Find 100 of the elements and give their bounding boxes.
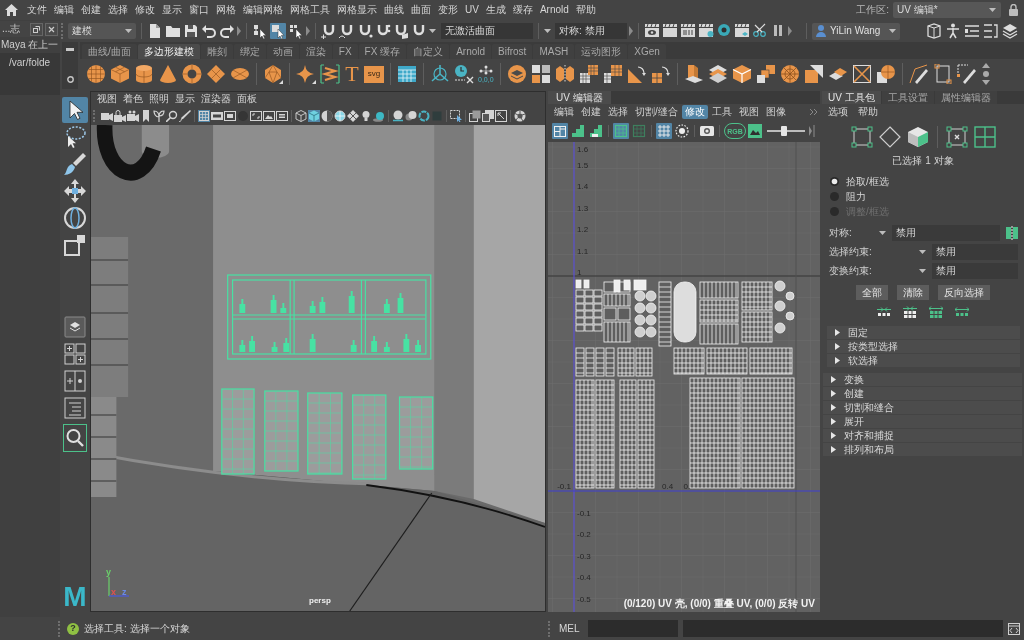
tripod-icon[interactable] — [430, 64, 450, 84]
magnet-plane-icon[interactable] — [393, 23, 409, 39]
live-surface-field[interactable]: 无激活曲面 — [441, 23, 533, 39]
double-sphere-icon[interactable] — [405, 109, 417, 122]
dot-cluster-icon[interactable] — [478, 65, 493, 75]
menu-item[interactable]: 网格显示 — [337, 5, 377, 15]
disclosure-triangle-icon[interactable] — [835, 357, 840, 364]
panel-tab[interactable]: 工具设置 — [881, 91, 934, 104]
corner-frame-icon[interactable] — [250, 109, 262, 122]
help-icon[interactable]: ? — [67, 622, 79, 635]
outward-arrows-dots-icon[interactable] — [955, 307, 969, 317]
symmetry-field[interactable]: 对称: 禁用 — [555, 23, 627, 39]
shelf-tab[interactable]: 绑定 — [233, 44, 266, 59]
hierarchy-select-icon[interactable] — [252, 23, 268, 39]
menu-item[interactable]: 曲面 — [411, 5, 431, 15]
magnet-point-icon[interactable] — [357, 23, 373, 39]
menu-item[interactable]: 帮助 — [575, 5, 596, 15]
menu-item[interactable]: 编辑 — [551, 105, 577, 119]
menu-item[interactable]: 修改 — [681, 105, 708, 119]
dotted-circle-icon[interactable] — [674, 123, 690, 139]
disclosure-triangle-icon[interactable] — [831, 376, 836, 383]
two-pane-icon[interactable] — [64, 370, 86, 392]
caret-icon[interactable] — [989, 8, 996, 12]
shelf-tab[interactable]: 自定义 — [407, 44, 450, 59]
mirror-icon[interactable] — [1006, 226, 1018, 240]
panel-tab[interactable]: UV 编辑器 — [548, 91, 611, 104]
magnet-curve-icon[interactable] — [339, 23, 355, 39]
disclosure-triangle-icon[interactable] — [835, 343, 840, 350]
box-lines-icon[interactable] — [926, 23, 942, 39]
menu-item[interactable]: 显示 — [162, 5, 182, 15]
menu-item[interactable]: 图像 — [762, 105, 789, 119]
wheel-icon[interactable] — [779, 64, 800, 84]
grid-corner-icon[interactable] — [578, 64, 599, 84]
clapperboard-gear-icon[interactable] — [698, 23, 714, 39]
layer-stack-icon[interactable] — [1002, 23, 1018, 39]
section-header[interactable]: 软选择 — [827, 354, 1020, 367]
folder-icon[interactable] — [165, 23, 181, 39]
menu-item[interactable]: 切割/缝合 — [632, 105, 681, 119]
split-square-icon[interactable] — [803, 64, 824, 84]
collapse-arrow-icon[interactable] — [237, 26, 241, 36]
menu-item[interactable]: 变形 — [438, 5, 458, 15]
pencil-icon[interactable] — [179, 109, 191, 122]
section-header[interactable]: 变换 — [823, 373, 1022, 386]
scissors-icon[interactable] — [752, 23, 768, 39]
polyhedron-icon[interactable] — [263, 64, 283, 84]
caret-icon[interactable] — [125, 29, 132, 33]
four-pane-grid-icon[interactable] — [973, 126, 996, 148]
torus-icon[interactable] — [182, 64, 202, 84]
radio-button[interactable] — [830, 192, 839, 201]
menu-item[interactable]: Arnold — [539, 5, 569, 15]
shadowed-sphere-icon[interactable] — [373, 109, 385, 122]
symmetry-dropdown[interactable]: 禁用 — [892, 225, 1000, 241]
shelf-tab[interactable]: 多边形建模 — [137, 44, 200, 59]
frame-panes-icon[interactable] — [552, 123, 568, 139]
table-icon[interactable] — [397, 64, 417, 84]
menu-item[interactable]: 创建 — [578, 105, 604, 119]
radio-button[interactable] — [830, 177, 839, 186]
disclosure-triangle-icon[interactable] — [835, 329, 840, 336]
caret-icon[interactable] — [879, 231, 886, 235]
shaded-cube-icon[interactable] — [308, 109, 320, 122]
menu-item[interactable]: 网格 — [216, 5, 236, 15]
bar-frame-icon[interactable] — [276, 109, 288, 122]
shelf-tab[interactable]: Arnold — [450, 44, 492, 59]
magnifier-handle-icon[interactable] — [166, 109, 178, 122]
lock-icon[interactable] — [1009, 4, 1018, 16]
menu-item[interactable]: 生成 — [485, 5, 506, 15]
menu-item[interactable]: 缓存 — [512, 5, 533, 15]
wire-sphere-icon[interactable] — [334, 109, 346, 122]
cone-icon[interactable] — [158, 64, 178, 84]
svg-tool-button[interactable]: svg — [364, 65, 384, 83]
corner-square-icon[interactable] — [850, 126, 873, 148]
ring-icon[interactable] — [66, 76, 74, 83]
helix-icon[interactable] — [320, 64, 340, 84]
section-header[interactable]: 展开 — [823, 415, 1022, 428]
checker-corner-icon[interactable] — [602, 64, 623, 84]
triangle-arrow-icon[interactable] — [626, 64, 647, 84]
aperture-icon[interactable] — [514, 109, 526, 122]
layered-disc-icon[interactable] — [506, 64, 527, 84]
path-text[interactable]: /var/folde — [9, 57, 51, 68]
scale-squares-icon[interactable] — [62, 232, 88, 258]
extrude-icon[interactable] — [683, 64, 704, 84]
four-pane-icon[interactable] — [64, 343, 86, 365]
light-bulb-icon[interactable] — [360, 109, 372, 122]
undo-arrow-icon[interactable] — [201, 23, 217, 39]
bracket-list-icon[interactable] — [983, 23, 999, 39]
single-pane-icon[interactable] — [64, 316, 86, 338]
shelf-tab[interactable]: 动画 — [266, 44, 299, 59]
disclosure-triangle-icon[interactable] — [831, 432, 836, 439]
sphere-grid-icon[interactable] — [875, 64, 896, 84]
figure-icon[interactable] — [945, 23, 961, 39]
steps-icon[interactable] — [570, 123, 586, 139]
user-dropdown[interactable]: YiLin Wang — [812, 22, 900, 40]
picture-frame-icon[interactable] — [263, 109, 275, 122]
staggered-squares-icon[interactable] — [755, 64, 776, 84]
checker-icon[interactable] — [347, 109, 359, 122]
image-icon[interactable] — [748, 124, 762, 138]
text-tool-button[interactable]: T — [344, 63, 360, 85]
square-arrow-icon[interactable] — [650, 64, 671, 84]
slider-thumb[interactable] — [781, 126, 788, 136]
caret-icon[interactable] — [544, 29, 551, 33]
